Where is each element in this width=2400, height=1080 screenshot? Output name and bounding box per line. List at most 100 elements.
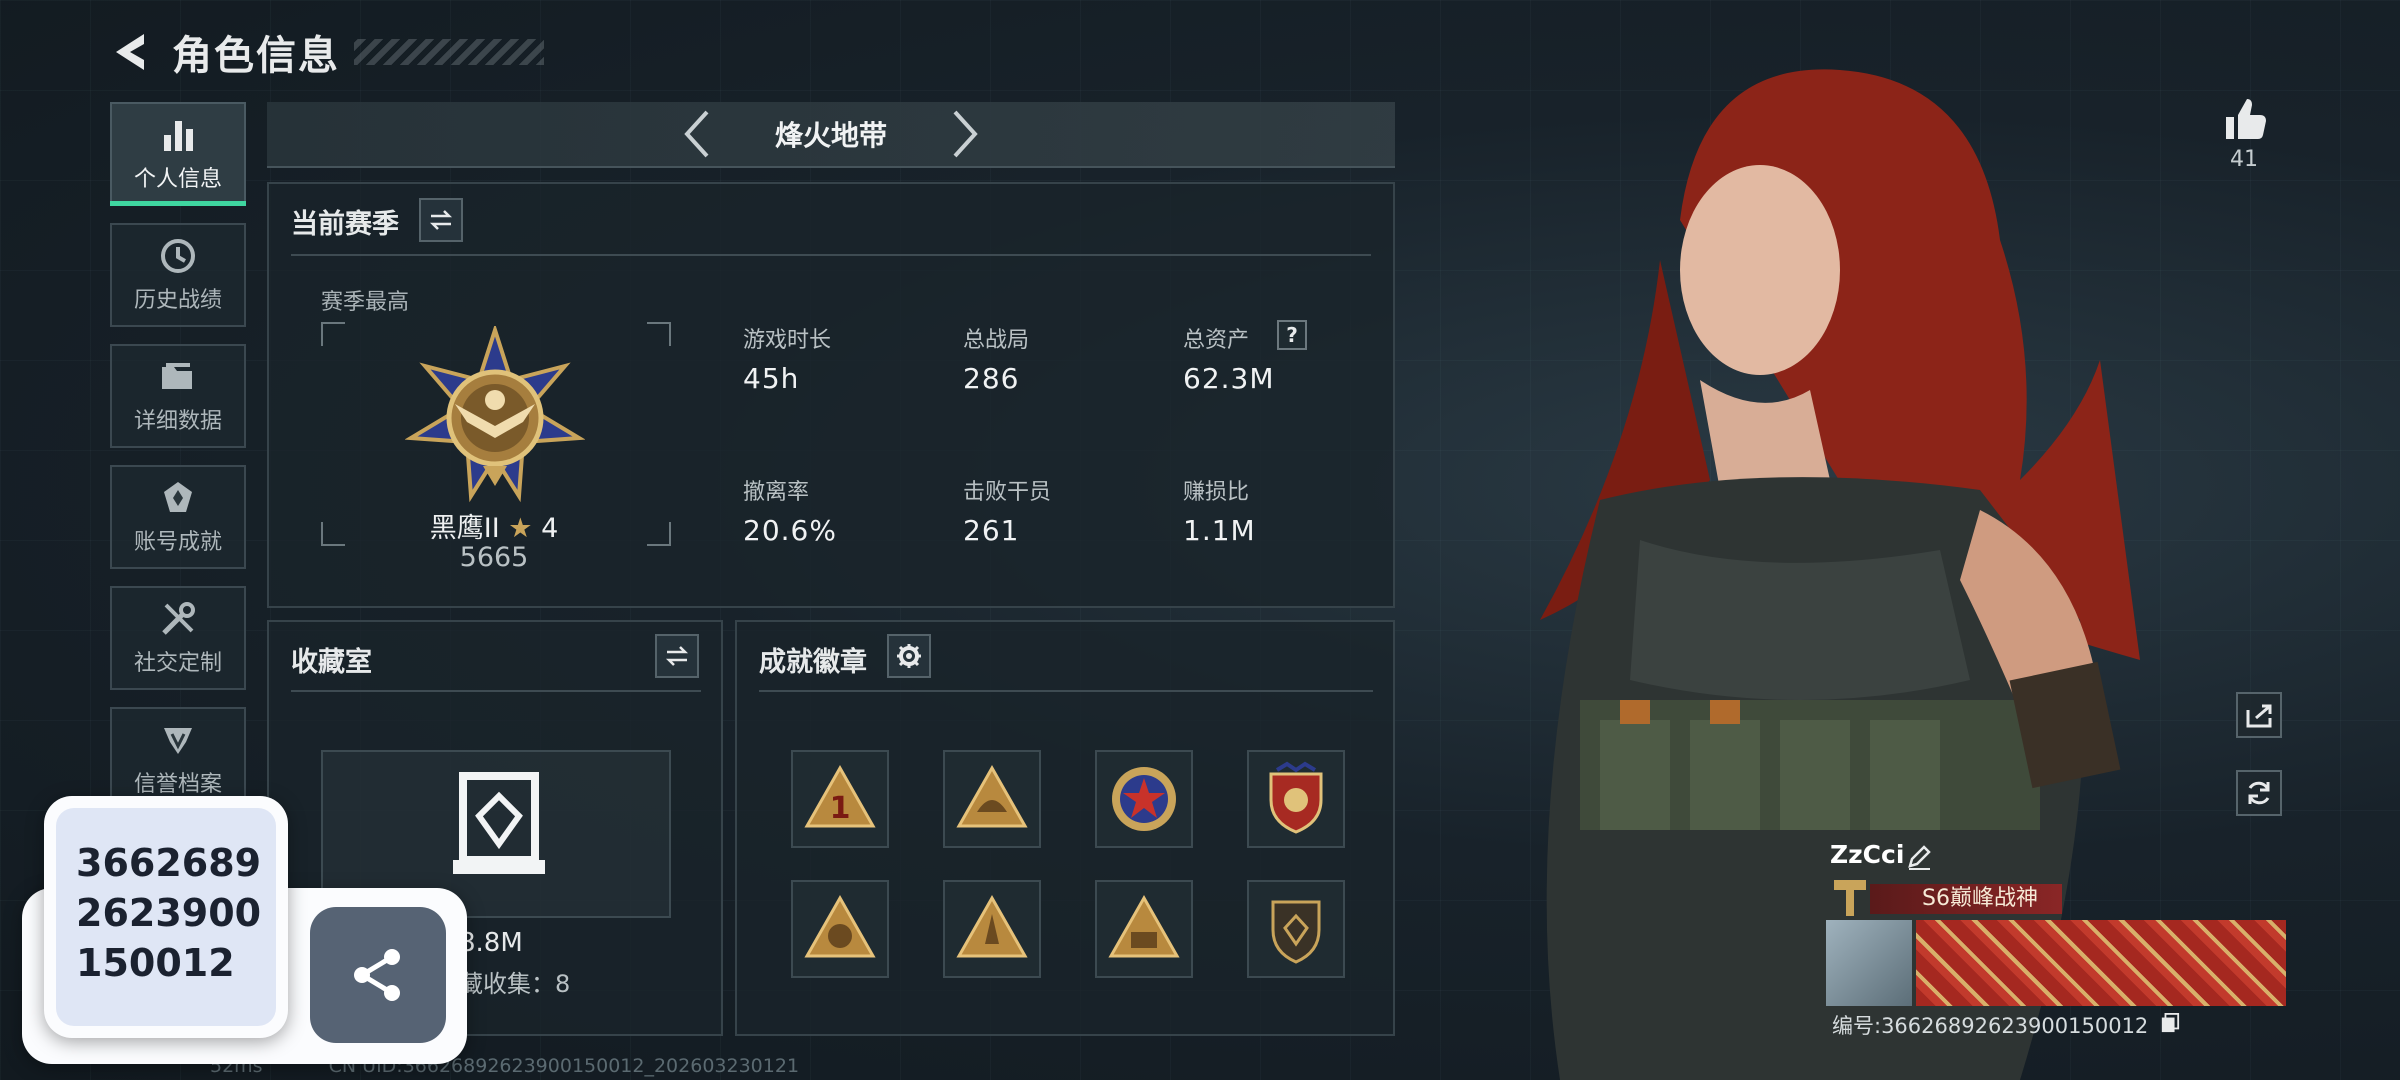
achievements-divider xyxy=(759,690,1373,692)
rank-name: 黑鹰II xyxy=(429,513,500,544)
share-button[interactable] xyxy=(310,907,446,1043)
sidebar-item-label: 个人信息 xyxy=(133,167,222,192)
frame-corner xyxy=(647,522,671,546)
swap-arrows-icon xyxy=(429,210,453,230)
star-emblem-badge-icon xyxy=(1112,767,1176,831)
player-title: S6巅峰战神 xyxy=(1922,886,2038,911)
history-clock-icon xyxy=(161,239,195,273)
player-avatar[interactable] xyxy=(1826,920,1912,1006)
sidebar-item-label: 信誉档案 xyxy=(133,772,222,797)
refresh-button[interactable] xyxy=(2236,770,2282,816)
sidebar-item-label: 账号成就 xyxy=(133,530,222,555)
season-best-label: 赛季最高 xyxy=(321,290,410,315)
like-widget: 41 xyxy=(2216,95,2272,172)
stat-value-kills: 261 xyxy=(963,514,1020,547)
sidebar-item-social[interactable]: 社交定制 xyxy=(110,586,246,690)
collection-count: 藏收集：8 xyxy=(459,970,571,998)
swap-arrows-icon xyxy=(665,646,689,666)
page-title: 角色信息 xyxy=(172,33,340,79)
refresh-icon xyxy=(2248,781,2270,805)
copied-number-line: 3662689 xyxy=(76,841,262,885)
prev-mode-chevron-icon[interactable] xyxy=(679,108,715,160)
tools-icon xyxy=(162,602,195,635)
rank-score: 5665 xyxy=(459,542,529,573)
achievements-settings-button[interactable] xyxy=(887,634,931,678)
page-header: 角色信息 xyxy=(110,22,544,82)
svg-text:1: 1 xyxy=(830,791,851,826)
rank-1-badge-icon: 1 xyxy=(804,764,876,828)
bar-chart-icon xyxy=(164,121,193,151)
next-mode-chevron-icon[interactable] xyxy=(947,108,983,160)
achievements-title: 成就徽章 xyxy=(759,647,867,678)
badge-slot[interactable] xyxy=(943,880,1041,978)
like-count: 41 xyxy=(2230,147,2258,172)
sidebar-item-label: 历史战绩 xyxy=(133,288,222,313)
dark-shield-badge-icon xyxy=(1271,900,1321,964)
sidebar-item-history[interactable]: 历史战绩 xyxy=(110,223,246,327)
sidebar-item-detailed-data[interactable]: 详细数据 xyxy=(110,344,246,448)
copied-number-card[interactable]: 3662689 2623900 150012 xyxy=(44,796,288,1038)
badge-slot[interactable] xyxy=(1247,750,1345,848)
frame-corner xyxy=(647,322,671,346)
folder-icon xyxy=(162,363,192,389)
mode-selector: 烽火地带 xyxy=(267,102,1395,168)
badge-slot[interactable] xyxy=(791,880,889,978)
badge-slot[interactable]: 1 xyxy=(791,750,889,848)
display-case-icon xyxy=(453,772,545,874)
frame-corner xyxy=(321,522,345,546)
copied-number-line: 2623900 xyxy=(76,891,262,935)
achievements-panel: 成就徽章 1 xyxy=(735,620,1395,1036)
credit-icon xyxy=(164,728,192,754)
stat-label-total-assets: 总资产 xyxy=(1183,328,1250,353)
season-switch-button[interactable] xyxy=(419,198,463,242)
badge-slot[interactable] xyxy=(1095,880,1193,978)
sidebar: 个人信息 历史战绩 详细数据 账号成就 社交定制 信誉档案 xyxy=(110,102,248,828)
stat-value-playtime: 45h xyxy=(743,362,800,395)
frame-corner xyxy=(321,322,345,346)
badge-slot[interactable] xyxy=(1247,880,1345,978)
rank-emblem-icon xyxy=(405,326,585,503)
stat-value-profit-ratio: 1.1M xyxy=(1183,514,1256,547)
share-export-button[interactable] xyxy=(2236,692,2282,738)
player-id: 编号:3662689262390015001​2 xyxy=(1832,1014,2149,1038)
helmet-badge-icon xyxy=(956,764,1028,828)
sidebar-item-achievements[interactable]: 账号成就 xyxy=(110,465,246,569)
copied-number-line: 150012 xyxy=(76,941,235,985)
sidebar-item-personal-info[interactable]: 个人信息 xyxy=(110,102,246,206)
badge-slot[interactable] xyxy=(1095,750,1193,848)
rank-stars: 4 xyxy=(541,513,559,544)
export-icon xyxy=(2246,704,2272,728)
shield-crest-badge-icon xyxy=(1269,761,1323,834)
stat-label-profit-ratio: 赚损比 xyxy=(1183,480,1250,505)
copy-icon[interactable] xyxy=(2160,1012,2180,1034)
collection-value: 8.8M xyxy=(459,928,523,958)
stat-value-total-matches: 286 xyxy=(963,362,1020,395)
stat-label-kills: 击败干员 xyxy=(963,480,1052,505)
sidebar-item-label: 社交定制 xyxy=(133,651,222,676)
season-panel: 当前赛季 赛季最高 黑鹰II ★ 4 5665 游戏时长 45h 总战局 286… xyxy=(267,182,1395,608)
thumbs-up-icon[interactable] xyxy=(2220,95,2268,143)
player-name: ZzCci xyxy=(1830,840,1905,869)
s4-badge-icon xyxy=(804,894,876,958)
assets-help-button[interactable]: ? xyxy=(1277,320,1307,350)
collection-divider xyxy=(291,690,701,692)
s6-badge-icon xyxy=(1108,894,1180,958)
title-decoration xyxy=(354,39,544,65)
stat-label-extract-rate: 撤离率 xyxy=(743,480,810,505)
mode-title: 烽火地带 xyxy=(774,119,887,152)
collection-switch-button[interactable] xyxy=(655,634,699,678)
rocket-badge-icon xyxy=(956,894,1028,958)
stat-value-total-assets: 62.3M xyxy=(1183,362,1275,395)
player-banner[interactable] xyxy=(1916,920,2286,1006)
season-divider xyxy=(291,254,1371,256)
badge-slot[interactable] xyxy=(943,750,1041,848)
edit-pencil-icon[interactable] xyxy=(1906,844,1932,870)
copied-number-inner: 3662689 2623900 150012 xyxy=(56,808,276,1026)
rank-name-row: 黑鹰II ★ 4 xyxy=(369,506,619,545)
collection-title: 收藏室 xyxy=(291,647,372,678)
share-icon xyxy=(354,949,400,1001)
sidebar-item-label: 详细数据 xyxy=(133,409,222,434)
stat-value-extract-rate: 20.6% xyxy=(743,514,837,547)
title-emblem-icon xyxy=(1834,880,1866,916)
back-arrow-icon[interactable] xyxy=(110,30,150,74)
